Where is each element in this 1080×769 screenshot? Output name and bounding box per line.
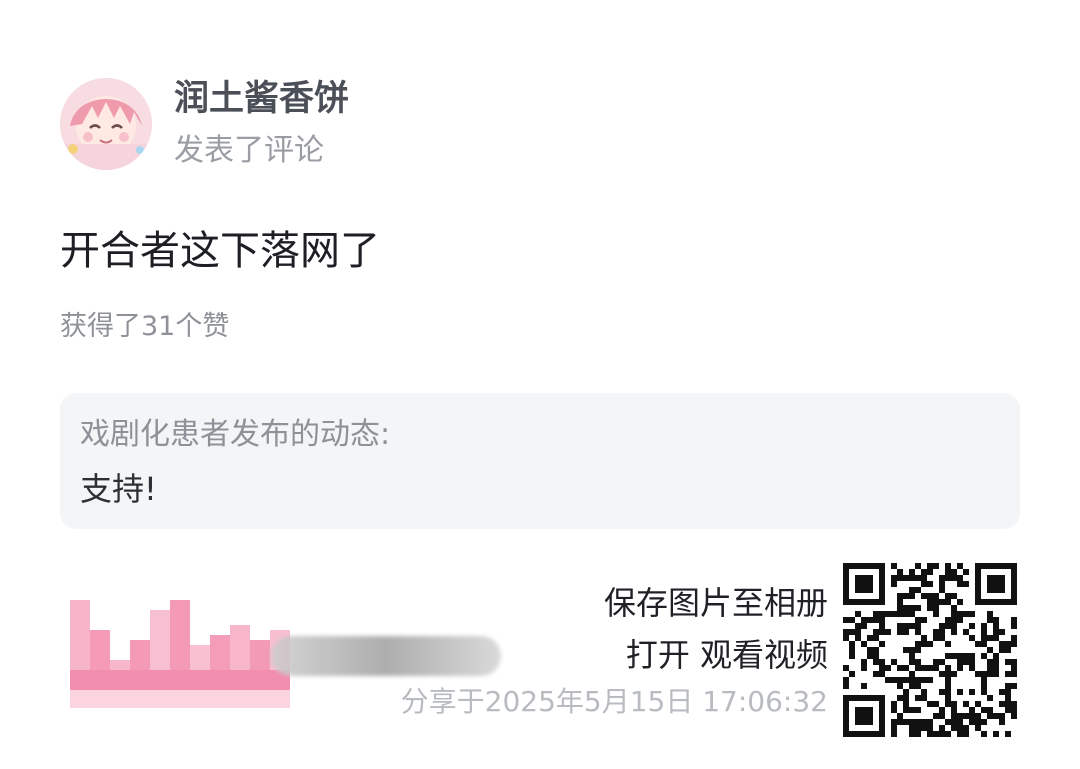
redacted-app-name (270, 636, 501, 676)
avatar-image (60, 78, 152, 170)
avatar[interactable] (60, 78, 152, 170)
open-app-watch-video-hint: 打开 观看视频 (270, 632, 828, 678)
likes-count: 获得了31个赞 (60, 311, 230, 342)
quoted-post-body: 支持! (80, 470, 157, 508)
qr-finder-bottom-left (843, 695, 885, 737)
qr-code[interactable] (843, 563, 1017, 737)
share-footer: 保存图片至相册 打开 观看视频 分享于2025年5月15日 17:06:32 (270, 580, 828, 722)
save-to-album-hint: 保存图片至相册 (603, 584, 828, 622)
share-timestamp: 分享于2025年5月15日 17:06:32 (400, 685, 828, 718)
quoted-post-author: 戏剧化患者发布的动态: (80, 417, 391, 452)
pixelated-logo (70, 600, 290, 708)
user-action: 发表了评论 (174, 133, 324, 168)
user-meta: 润土酱香饼 发表了评论 (174, 78, 349, 170)
comment-header: 润土酱香饼 发表了评论 (60, 78, 349, 170)
quoted-post-card[interactable]: 戏剧化患者发布的动态: 支持! (60, 393, 1020, 529)
user-name[interactable]: 润土酱香饼 (174, 78, 349, 120)
comment-text: 开合者这下落网了 (60, 228, 380, 274)
qr-finder-top-right (975, 563, 1017, 605)
pixel-logo-blocks (70, 600, 290, 708)
open-app-watch-video-text: 打开 观看视频 (625, 636, 828, 674)
qr-finder-top-left (843, 563, 885, 605)
